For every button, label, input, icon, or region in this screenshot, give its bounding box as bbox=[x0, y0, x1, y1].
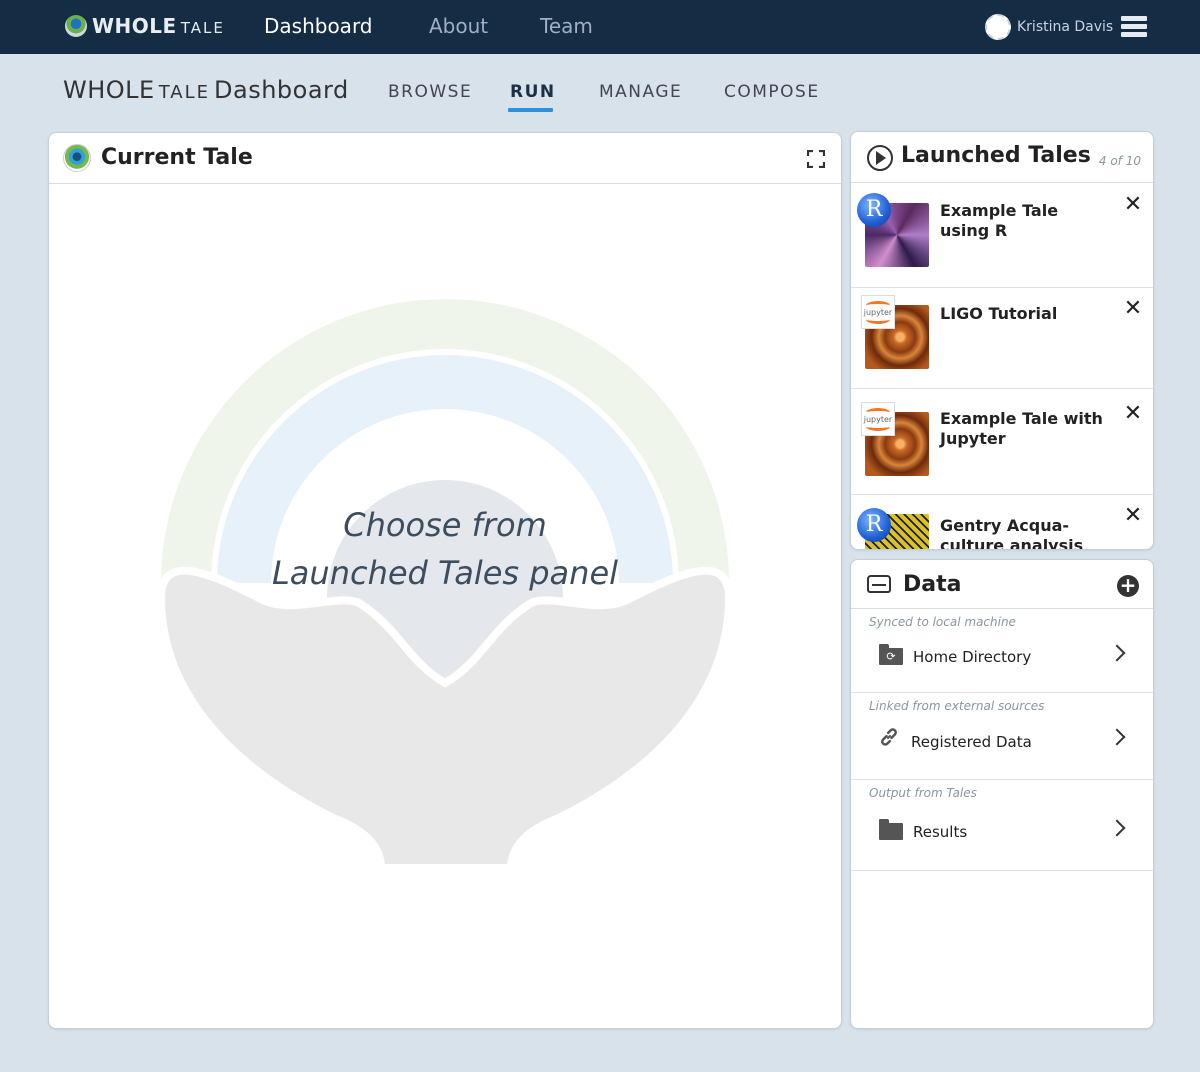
close-icon[interactable]: ✕ bbox=[1123, 403, 1143, 425]
close-icon[interactable]: ✕ bbox=[1123, 298, 1143, 320]
data-panel: Data + Synced to local machine ⟳ Home Di… bbox=[850, 559, 1154, 1029]
launched-tales-panel: Launched Tales 4 of 10 R Example Tale us… bbox=[850, 131, 1154, 550]
jupyter-logo-icon: jupyter bbox=[861, 402, 895, 436]
top-navbar: WHOLE TALE Dashboard About Team Kristina … bbox=[0, 0, 1200, 54]
active-tab-indicator bbox=[508, 108, 553, 112]
tale-row-3[interactable]: jupyter Example Tale with Jupyter ✕ bbox=[851, 388, 1153, 495]
hard-drive-icon bbox=[867, 575, 891, 593]
data-group-synced: Synced to local machine ⟳ Home Directory bbox=[851, 609, 1153, 693]
whole-tale-logo[interactable]: WHOLE TALE bbox=[65, 12, 225, 40]
tab-compose[interactable]: COMPOSE bbox=[724, 82, 820, 102]
avatar bbox=[985, 14, 1011, 40]
r-logo-icon: R bbox=[857, 508, 891, 542]
results-item[interactable]: Results bbox=[851, 806, 1153, 852]
tale-name: Example Tale using R bbox=[940, 201, 1059, 240]
user-menu[interactable]: Kristina Davis bbox=[985, 14, 1113, 40]
page-title-tale: TALE bbox=[158, 82, 211, 103]
tale-row-4[interactable]: R Gentry Acqua- culture analysis ✕ bbox=[851, 494, 1153, 550]
tab-run[interactable]: RUN bbox=[510, 82, 556, 102]
current-tale-panel: Current Tale Choose from Launched Tales … bbox=[48, 132, 842, 1029]
placeholder-line-2: Launched Tales panel bbox=[271, 554, 619, 592]
close-icon[interactable]: ✕ bbox=[1123, 505, 1143, 527]
logo-sub-text: TALE bbox=[180, 19, 225, 37]
chevron-right-icon bbox=[1108, 644, 1126, 662]
server-menu-icon[interactable] bbox=[1121, 16, 1147, 38]
page-title: WHOLE TALE Dashboard bbox=[63, 76, 349, 104]
tale-name: Gentry Acqua- culture analysis bbox=[940, 516, 1084, 550]
group-caption: Synced to local machine bbox=[869, 615, 1016, 629]
page-title-rest: Dashboard bbox=[214, 76, 349, 104]
play-circle-icon bbox=[867, 145, 893, 171]
logo-icon bbox=[65, 15, 87, 37]
tab-browse[interactable]: BROWSE bbox=[388, 82, 472, 102]
data-item-label: Registered Data bbox=[911, 733, 1032, 751]
group-caption: Output from Tales bbox=[869, 786, 977, 800]
launched-tales-count: 4 of 10 bbox=[1098, 154, 1141, 168]
logo-main-text: WHOLE bbox=[92, 14, 177, 38]
close-icon[interactable]: ✕ bbox=[1123, 194, 1143, 216]
data-group-output: Output from Tales Results bbox=[851, 780, 1153, 871]
registered-data-item[interactable]: Registered Data bbox=[851, 719, 1153, 765]
placeholder-line-1: Choose from bbox=[343, 506, 547, 544]
r-logo-icon: R bbox=[857, 193, 891, 227]
nav-about[interactable]: About bbox=[429, 14, 488, 38]
launched-tales-header: Launched Tales 4 of 10 bbox=[851, 132, 1153, 183]
tab-manage[interactable]: MANAGE bbox=[599, 82, 682, 102]
chevron-right-icon bbox=[1108, 819, 1126, 837]
page-title-main: WHOLE bbox=[63, 76, 155, 104]
tale-name: LIGO Tutorial bbox=[940, 304, 1058, 323]
data-item-label: Home Directory bbox=[913, 648, 1032, 666]
whole-tale-icon bbox=[63, 144, 91, 172]
home-directory-item[interactable]: ⟳ Home Directory bbox=[851, 635, 1153, 681]
jupyter-logo-icon: jupyter bbox=[861, 295, 895, 329]
tale-row-1[interactable]: R Example Tale using R ✕ bbox=[851, 183, 1153, 288]
nav-dashboard[interactable]: Dashboard bbox=[264, 14, 373, 38]
link-icon bbox=[881, 728, 897, 746]
sync-folder-icon: ⟳ bbox=[879, 644, 903, 665]
nav-team[interactable]: Team bbox=[540, 14, 593, 38]
current-tale-header: Current Tale bbox=[49, 133, 841, 184]
tale-name: Example Tale with Jupyter bbox=[940, 409, 1103, 448]
launched-tales-title: Launched Tales bbox=[901, 143, 1091, 168]
folder-icon bbox=[879, 819, 903, 840]
data-group-linked: Linked from external sources Registered … bbox=[851, 693, 1153, 780]
user-name: Kristina Davis bbox=[1017, 19, 1114, 35]
expand-icon[interactable] bbox=[807, 150, 825, 168]
tale-row-2[interactable]: jupyter LIGO Tutorial ✕ bbox=[851, 287, 1153, 389]
current-tale-title: Current Tale bbox=[101, 145, 253, 170]
data-title: Data bbox=[903, 572, 962, 597]
data-header: Data + bbox=[851, 560, 1153, 609]
add-data-icon[interactable]: + bbox=[1117, 575, 1139, 597]
group-caption: Linked from external sources bbox=[869, 699, 1045, 713]
chevron-right-icon bbox=[1108, 728, 1126, 746]
data-item-label: Results bbox=[913, 823, 968, 841]
